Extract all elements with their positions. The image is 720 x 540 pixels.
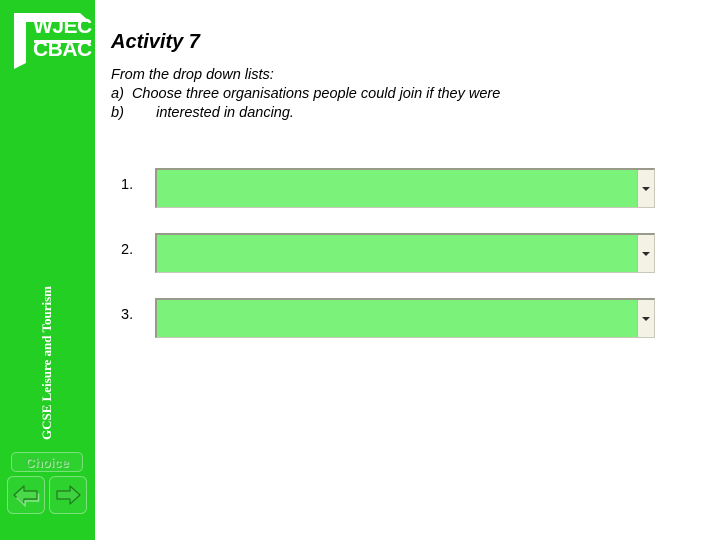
wjec-cbac-logo: WJEC CBAC [10, 7, 94, 75]
page-title: Activity 7 [111, 31, 200, 53]
chevron-down-icon [642, 316, 650, 321]
instructions-block: From the drop down lists: a) Choose thre… [111, 66, 631, 123]
dropdown-row-number: 3. [121, 307, 134, 323]
main-content: Activity 7 From the drop down lists: a) … [95, 0, 720, 540]
dropdown-row: 3. [95, 298, 720, 338]
arrow-right-icon [56, 485, 81, 505]
chevron-down-icon [642, 251, 650, 256]
course-title: GCSE Leisure and Tourism [39, 286, 54, 441]
instruction-line: From the drop down lists: [111, 67, 274, 83]
logo-divider [34, 40, 91, 43]
choice-button[interactable]: Choice [11, 452, 83, 472]
dropdown-organisation-1[interactable] [155, 168, 655, 208]
choice-button-label: Choice [25, 454, 69, 470]
arrow-left-icon [13, 485, 40, 508]
dropdown-toggle-button[interactable] [637, 235, 654, 272]
dropdown-toggle-button[interactable] [637, 300, 654, 337]
dropdown-row-number: 1. [121, 177, 134, 193]
logo-text-wjec: WJEC [33, 15, 92, 38]
dropdown-organisation-3[interactable] [155, 298, 655, 338]
instruction-line: a) Choose three organisations people cou… [111, 86, 501, 102]
dropdown-toggle-button[interactable] [637, 170, 654, 207]
next-button[interactable] [49, 476, 87, 514]
dropdown-organisation-2[interactable] [155, 233, 655, 273]
chevron-down-icon [642, 186, 650, 191]
dropdown-row: 2. [95, 233, 720, 273]
dropdown-row-number: 2. [121, 242, 134, 258]
dropdown-row: 1. [95, 168, 720, 208]
sidebar: WJEC CBAC GCSE Leisure and Tourism Choic… [0, 0, 95, 540]
back-button[interactable] [7, 476, 45, 514]
instruction-line: b) interested in dancing. [111, 105, 294, 121]
